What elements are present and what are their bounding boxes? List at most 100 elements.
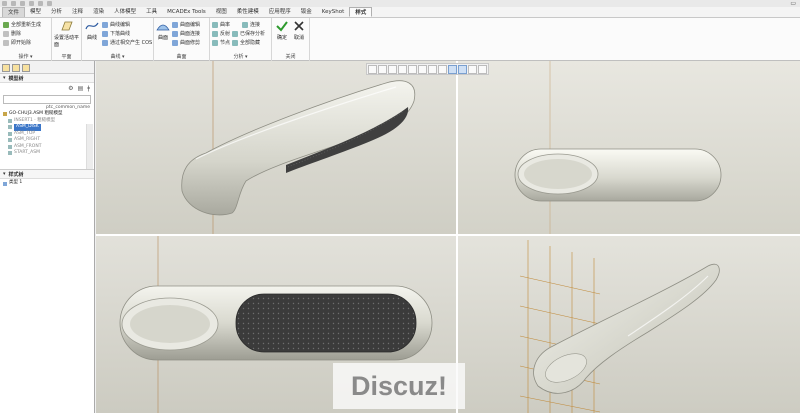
group-analysis: 曲率 连接 反射 已保存分析 节点 全部隐藏 分析 ▾ (210, 18, 272, 61)
surface-button[interactable]: 曲面 (156, 20, 170, 41)
watermark: Discuz! (333, 363, 465, 409)
part-icon (8, 118, 12, 123)
style-tree-item[interactable]: 类型 1 (0, 179, 94, 188)
tab-keyshot[interactable]: KeyShot (317, 7, 349, 17)
cos-intersect-button[interactable]: 通过相交产生 COS (102, 39, 152, 46)
tab-sheetmetal[interactable]: 钣金 (296, 7, 317, 17)
viewport-pane-perspective[interactable] (458, 236, 800, 413)
window-controls[interactable]: ▭ (790, 0, 796, 7)
model-tree-tab-icon[interactable] (2, 64, 10, 72)
saved-views-icon[interactable] (428, 65, 437, 74)
tab-style[interactable]: 样式 (349, 7, 373, 17)
group-close: 确定 取消 关闭 (272, 18, 310, 61)
delete-button[interactable]: 删除 (3, 30, 21, 37)
tab-model[interactable]: 模型 (25, 7, 46, 17)
tab-flexible-modeling[interactable]: 柔性建模 (232, 7, 264, 17)
handle-side-view (458, 61, 800, 234)
viewport-pane-side[interactable] (458, 61, 800, 234)
curve-edit-icon (102, 21, 108, 28)
tab-manikin[interactable]: 人体模型 (109, 7, 141, 17)
viewport-pane-3d[interactable] (96, 61, 456, 234)
undo-icon[interactable] (29, 1, 34, 6)
set-active-plane-button[interactable]: 设置活动平面 (54, 20, 80, 48)
navigator-panel: ▾ 模型树 ⚙ ▤ ǂ ptc_common_name GO-CHUJ3.ASM… (0, 61, 95, 413)
curve-button[interactable]: 曲线 (84, 20, 100, 41)
tab-view[interactable]: 视图 (211, 7, 232, 17)
group-operations: 全部重新生成 删除 即开始除 操作 ▾ (0, 18, 52, 61)
viewport-divider-horizontal[interactable] (96, 234, 800, 236)
save-icon[interactable] (20, 1, 25, 6)
spin-center-icon[interactable] (438, 65, 447, 74)
datum-plane-icon (8, 144, 12, 149)
collapse-arrow-icon: ▾ (3, 75, 6, 81)
regenerate-icon (3, 21, 9, 28)
model-tree-toolbar: ⚙ ▤ ǂ (0, 83, 94, 94)
favorites-tab-icon[interactable] (22, 64, 30, 72)
curve-edit-button[interactable]: 曲线编辑 (102, 21, 130, 28)
surface-edit-button[interactable]: 曲面编辑 (172, 21, 200, 28)
drop-curve-button[interactable]: 下落曲线 (102, 30, 130, 37)
group-label-curves: 曲线 ▾ (110, 54, 125, 60)
tab-tools[interactable]: 工具 (141, 7, 162, 17)
group-plane: 设置活动平面 平面 (52, 18, 82, 61)
confirm-button[interactable]: 确定 (274, 20, 290, 41)
refit-icon[interactable] (398, 65, 407, 74)
annotation-icon[interactable] (468, 65, 477, 74)
surface-trim-icon (172, 39, 178, 46)
repaint-icon[interactable] (408, 65, 417, 74)
display-icon[interactable] (478, 65, 487, 74)
assembly-icon (3, 112, 7, 117)
operation-third-button[interactable]: 即开始除 (3, 39, 31, 46)
connection-button[interactable]: 连接 (242, 21, 260, 28)
title-bar: ▭ (0, 0, 800, 7)
regenerate-icon[interactable] (47, 1, 52, 6)
tree-filter-icon[interactable]: ▤ (78, 85, 84, 92)
datum-display-icon[interactable] (448, 65, 457, 74)
tab-applications[interactable]: 应用程序 (264, 7, 296, 17)
saved-analysis-button[interactable]: 已保存分析 (232, 30, 265, 37)
drop-curve-icon (102, 30, 108, 37)
tab-file[interactable]: 文件 (2, 7, 26, 17)
delete-icon (3, 30, 9, 37)
tree-settings-icon[interactable]: ⚙ (68, 85, 73, 92)
folder-browser-tab-icon[interactable] (12, 64, 20, 72)
group-label-plane: 平面 (61, 54, 72, 60)
tab-annotate[interactable]: 注释 (67, 7, 88, 17)
curvature-button[interactable]: 曲率 (212, 21, 230, 28)
style-tree-header[interactable]: ▾ 样式树 (0, 170, 94, 179)
new-icon[interactable] (2, 1, 7, 6)
viewport-divider-vertical[interactable] (456, 61, 458, 413)
regenerate-all-button[interactable]: 全部重新生成 (3, 21, 41, 28)
connection-icon (242, 21, 248, 28)
surface-trim-button[interactable]: 曲面修剪 (172, 39, 200, 46)
tree-scrollbar[interactable] (86, 124, 93, 170)
tab-mcadex[interactable]: MCADEx Tools (162, 7, 211, 17)
tree-search-input[interactable] (3, 95, 91, 104)
surface-connect-button[interactable]: 曲面连接 (172, 30, 200, 37)
tab-analysis[interactable]: 分析 (46, 7, 67, 17)
display-style-icon[interactable] (418, 65, 427, 74)
zoom-out-icon[interactable] (388, 65, 397, 74)
surface-icon (156, 24, 170, 31)
datum-plane-icon (8, 131, 12, 136)
tab-render[interactable]: 渲染 (88, 7, 109, 17)
graphics-viewport[interactable]: Discuz! (96, 61, 800, 413)
quick-access-toolbar (2, 1, 52, 6)
datum-plane-icon (8, 138, 12, 143)
navigator-tabs (0, 61, 94, 74)
hide-all-button[interactable]: 全部隐藏 (232, 39, 260, 46)
node-button[interactable]: 节点 (212, 39, 230, 46)
redo-icon[interactable] (38, 1, 43, 6)
node-icon (212, 39, 218, 46)
layout-icon[interactable] (458, 65, 467, 74)
plane-icon (61, 21, 73, 31)
model-tree-header[interactable]: ▾ 模型树 (0, 74, 94, 83)
tree-more-icon[interactable]: ǂ (87, 85, 90, 92)
cancel-button[interactable]: 取消 (291, 20, 307, 41)
zoom-in-icon[interactable] (378, 65, 387, 74)
cos-icon (102, 39, 108, 46)
open-icon[interactable] (11, 1, 16, 6)
tree-item[interactable]: START_ASM (0, 150, 94, 157)
zoom-window-icon[interactable] (368, 65, 377, 74)
reflection-button[interactable]: 反射 (212, 30, 230, 37)
